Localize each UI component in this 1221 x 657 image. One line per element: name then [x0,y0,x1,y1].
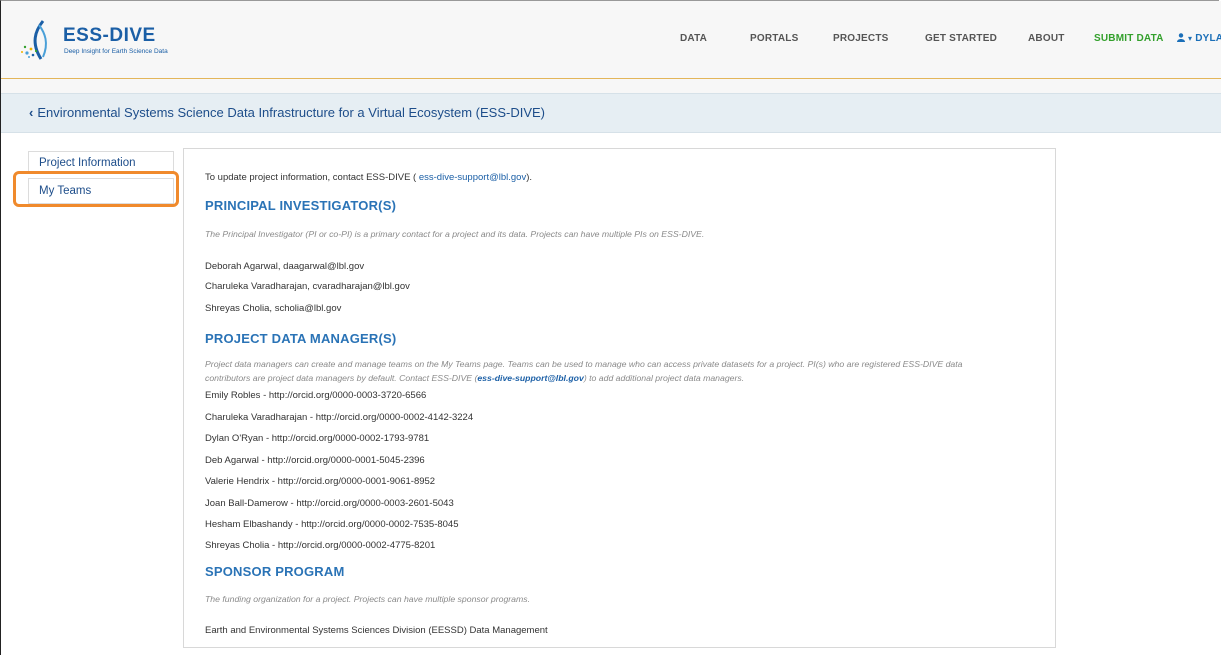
data-managers-description-line1: Project data managers can create and man… [205,359,963,369]
sidebar: Project Information My Teams [28,151,174,204]
dm-support-email-link[interactable]: ess-dive-support@lbl.gov [477,373,583,383]
user-icon [1177,33,1185,42]
main-nav: DATA PORTALS PROJECTS GET STARTED ABOUT … [1,33,1221,49]
caret-down-icon: ▾ [1187,34,1193,43]
chevron-left-icon: ‹ [29,105,34,120]
breadcrumb-bar: ‹ Environmental Systems Science Data Infr… [1,93,1221,133]
data-manager-item: Charuleka Varadharajan - http://orcid.or… [205,412,474,423]
project-info-panel: To update project information, contact E… [183,148,1056,648]
support-email-link[interactable]: ess-dive-support@lbl.gov [416,172,526,183]
update-note-end: ). [526,172,533,183]
dm-desc-end: ) to add additional project data manager… [583,373,745,383]
breadcrumb-label: Environmental Systems Science Data Infra… [37,105,546,120]
pi-item: Shreyas Cholia, scholia@lbl.gov [205,303,342,314]
nav-portals[interactable]: PORTALS [750,33,798,44]
data-manager-item: Hesham Elbashandy - http://orcid.org/000… [205,519,459,530]
data-manager-item: Valerie Hendrix - http://orcid.org/0000-… [205,476,436,487]
nav-about[interactable]: ABOUT [1028,33,1065,44]
data-manager-item: Shreyas Cholia - http://orcid.org/0000-0… [205,540,436,551]
data-manager-item: Joan Ball-Damerow - http://orcid.org/000… [205,498,454,509]
dm-desc-text: contributors are project data managers b… [205,373,478,383]
data-manager-item: Dylan O'Ryan - http://orcid.org/0000-000… [205,433,430,444]
user-name: DYLAN P. [1195,33,1221,44]
sponsor-description: The funding organization for a project. … [205,594,530,604]
pi-item: Charuleka Varadharajan, cvaradharajan@lb… [205,281,410,292]
nav-get-started[interactable]: GET STARTED [925,33,997,44]
sponsor-heading: SPONSOR PROGRAM [205,564,345,579]
pi-description: The Principal Investigator (PI or co-PI)… [205,229,705,239]
data-manager-item: Emily Robles - http://orcid.org/0000-000… [205,390,427,401]
nav-user-menu[interactable]: ▾ DYLAN P. [1177,33,1221,44]
sponsor-program: Earth and Environmental Systems Sciences… [205,625,548,636]
update-info-note: To update project information, contact E… [205,172,532,183]
sidebar-item-my-teams[interactable]: My Teams [28,178,174,204]
header-spacer [1,79,1221,93]
data-managers-description-line2: contributors are project data managers b… [205,373,744,383]
sidebar-item-project-information[interactable]: Project Information [28,151,174,174]
nav-projects[interactable]: PROJECTS [833,33,889,44]
data-managers-heading: PROJECT DATA MANAGER(S) [205,331,397,346]
breadcrumb-back-link[interactable]: ‹ Environmental Systems Science Data Infr… [29,105,545,120]
nav-submit-data[interactable]: SUBMIT DATA [1094,33,1164,44]
pi-heading: PRINCIPAL INVESTIGATOR(S) [205,198,397,213]
nav-data[interactable]: DATA [680,33,707,44]
update-note-text: To update project information, contact E… [205,172,417,183]
pi-item: Deborah Agarwal, daagarwal@lbl.gov [205,261,365,272]
top-navbar: ESS-DIVE Deep Insight for Earth Science … [1,1,1221,79]
logo-tagline: Deep Insight for Earth Science Data [64,48,168,55]
data-manager-item: Deb Agarwal - http://orcid.org/0000-0001… [205,455,425,466]
